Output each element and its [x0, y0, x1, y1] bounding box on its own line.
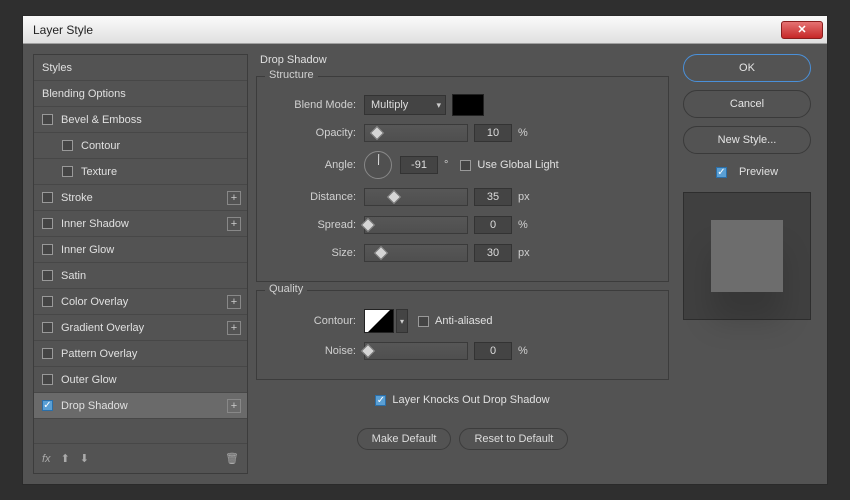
- noise-slider[interactable]: [364, 342, 468, 360]
- reset-default-button[interactable]: Reset to Default: [459, 428, 568, 450]
- plus-icon[interactable]: +: [227, 399, 241, 413]
- close-button[interactable]: ✕: [781, 21, 823, 39]
- blendmode-select[interactable]: Multiply: [364, 95, 446, 115]
- distance-input[interactable]: 35: [474, 188, 512, 206]
- opacity-slider[interactable]: [364, 124, 468, 142]
- global-light-label: Use Global Light: [477, 159, 558, 171]
- quality-legend: Quality: [265, 283, 307, 295]
- checkbox-icon[interactable]: [42, 348, 53, 359]
- spread-input[interactable]: 0: [474, 216, 512, 234]
- preview-checkbox[interactable]: ✓: [716, 167, 727, 178]
- sidebar-item-outer-glow[interactable]: Outer Glow: [34, 367, 247, 393]
- sidebar-item-texture[interactable]: Texture: [34, 159, 247, 185]
- distance-label: Distance:: [269, 191, 364, 203]
- arrow-up-icon[interactable]: ⬆: [61, 452, 70, 465]
- global-light-checkbox[interactable]: [460, 160, 471, 171]
- plus-icon[interactable]: +: [227, 217, 241, 231]
- preview-inner-icon: [711, 220, 783, 292]
- size-slider[interactable]: [364, 244, 468, 262]
- structure-group: Structure Blend Mode: Multiply Opacity: …: [256, 76, 669, 282]
- angle-input[interactable]: -91: [400, 156, 438, 174]
- sidebar-item-color-overlay[interactable]: Color Overlay+: [34, 289, 247, 315]
- angle-dial[interactable]: [364, 151, 392, 179]
- ok-button[interactable]: OK: [683, 54, 811, 82]
- quality-group: Quality Contour: ▾ Anti-aliased Noise: 0…: [256, 290, 669, 380]
- close-icon: ✕: [797, 23, 806, 36]
- cancel-button[interactable]: Cancel: [683, 90, 811, 118]
- noise-input[interactable]: 0: [474, 342, 512, 360]
- trash-icon[interactable]: 🗑: [225, 452, 239, 465]
- sidebar-item-gradient-overlay[interactable]: Gradient Overlay+: [34, 315, 247, 341]
- shadow-color-swatch[interactable]: [452, 94, 484, 116]
- checkbox-icon[interactable]: [42, 322, 53, 333]
- blendmode-label: Blend Mode:: [269, 99, 364, 111]
- checkbox-icon[interactable]: [62, 140, 73, 151]
- knocks-out-label: Layer Knocks Out Drop Shadow: [392, 394, 549, 406]
- checkbox-icon[interactable]: [42, 374, 53, 385]
- checkbox-icon[interactable]: [42, 270, 53, 281]
- contour-swatch[interactable]: [364, 309, 394, 333]
- anti-aliased-checkbox[interactable]: [418, 316, 429, 327]
- checkbox-icon[interactable]: [42, 218, 53, 229]
- noise-label: Noise:: [269, 345, 364, 357]
- checkbox-icon[interactable]: ✓: [42, 400, 53, 411]
- sidebar-item-bevel-emboss[interactable]: Bevel & Emboss: [34, 107, 247, 133]
- main-panel: Drop Shadow Structure Blend Mode: Multip…: [256, 54, 669, 474]
- make-default-button[interactable]: Make Default: [357, 428, 452, 450]
- layer-style-dialog: Layer Style ✕ Styles Blending Options Be…: [22, 15, 828, 485]
- sidebar-footer: fx ⬆ ⬇ 🗑: [34, 443, 247, 473]
- checkbox-icon[interactable]: [42, 296, 53, 307]
- sidebar-item-styles[interactable]: Styles: [34, 55, 247, 81]
- fx-icon[interactable]: fx: [42, 453, 51, 465]
- new-style-button[interactable]: New Style...: [683, 126, 811, 154]
- contour-label: Contour:: [269, 315, 364, 327]
- sidebar-item-blending-options[interactable]: Blending Options: [34, 81, 247, 107]
- checkbox-icon[interactable]: [62, 166, 73, 177]
- plus-icon[interactable]: +: [227, 295, 241, 309]
- sidebar-item-satin[interactable]: Satin: [34, 263, 247, 289]
- sidebar-item-inner-glow[interactable]: Inner Glow: [34, 237, 247, 263]
- checkbox-icon[interactable]: [42, 244, 53, 255]
- checkbox-icon[interactable]: [42, 192, 53, 203]
- sidebar-item-pattern-overlay[interactable]: Pattern Overlay: [34, 341, 247, 367]
- spread-label: Spread:: [269, 219, 364, 231]
- sidebar-item-drop-shadow[interactable]: ✓Drop Shadow+: [34, 393, 247, 419]
- structure-legend: Structure: [265, 69, 318, 81]
- sidebar-item-inner-shadow[interactable]: Inner Shadow+: [34, 211, 247, 237]
- sidebar-item-stroke[interactable]: Stroke+: [34, 185, 247, 211]
- right-panel: OK Cancel New Style... ✓ Preview: [677, 54, 817, 474]
- distance-slider[interactable]: [364, 188, 468, 206]
- contour-dropdown-icon[interactable]: ▾: [396, 309, 408, 333]
- anti-aliased-label: Anti-aliased: [435, 315, 492, 327]
- size-label: Size:: [269, 247, 364, 259]
- opacity-input[interactable]: 10: [474, 124, 512, 142]
- preview-label: Preview: [739, 166, 778, 178]
- plus-icon[interactable]: +: [227, 321, 241, 335]
- titlebar[interactable]: Layer Style ✕: [23, 16, 827, 44]
- plus-icon[interactable]: +: [227, 191, 241, 205]
- window-title: Layer Style: [33, 23, 93, 37]
- angle-label: Angle:: [269, 159, 364, 171]
- panel-title: Drop Shadow: [260, 54, 669, 66]
- opacity-label: Opacity:: [269, 127, 364, 139]
- styles-sidebar: Styles Blending Options Bevel & Emboss C…: [33, 54, 248, 474]
- arrow-down-icon[interactable]: ⬇: [80, 452, 89, 465]
- checkbox-icon[interactable]: [42, 114, 53, 125]
- sidebar-item-contour[interactable]: Contour: [34, 133, 247, 159]
- preview-thumbnail: [683, 192, 811, 320]
- spread-slider[interactable]: [364, 216, 468, 234]
- size-input[interactable]: 30: [474, 244, 512, 262]
- knocks-out-checkbox[interactable]: ✓: [375, 395, 386, 406]
